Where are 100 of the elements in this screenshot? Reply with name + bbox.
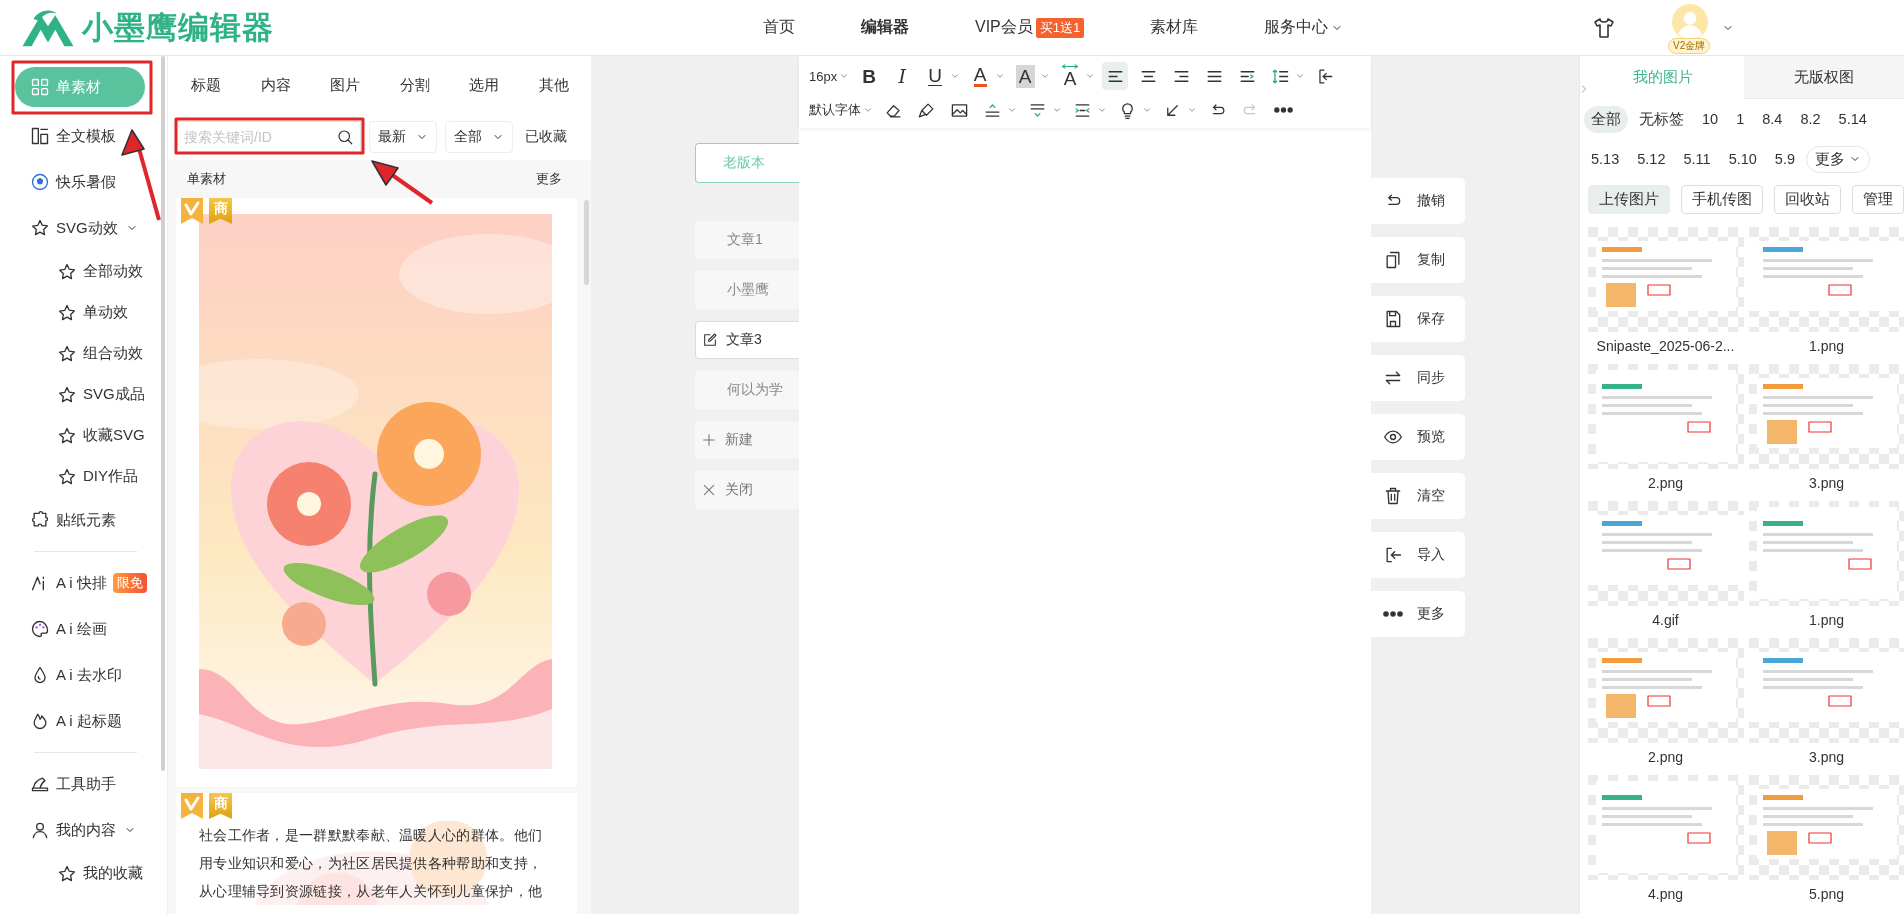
shirt-icon[interactable] [1592,15,1616,40]
italic-button[interactable]: I [889,62,916,90]
save-button[interactable]: 保存 [1371,296,1465,342]
category-tab[interactable]: 内容 [260,75,291,95]
bold-button[interactable]: B [856,62,883,90]
import-button[interactable]: 导入 [1371,532,1465,578]
sidebar-item[interactable]: 贴纸元素 [0,497,167,543]
sidebar-item[interactable]: 工具助手 [0,761,167,807]
category-tab[interactable]: 图片 [330,75,361,95]
trash-button[interactable]: 清空 [1371,473,1465,519]
star-icon [57,384,77,405]
sidebar-item[interactable]: 全部动效 [0,251,167,292]
document-tab[interactable]: 文章3 [695,321,799,359]
image-action-button[interactable]: 回收站 [1774,185,1841,214]
commercial-badge: 商 [209,793,232,819]
commercial-badge: 商 [209,198,232,224]
close-icon [701,482,717,498]
tag-chip[interactable]: 全部 [1584,105,1628,133]
nav-link[interactable]: VIP会员 买1送1 [975,17,1085,38]
caret-icon[interactable] [1142,105,1152,115]
free-badge: 限免 [112,573,147,593]
sidebar-item[interactable]: SVG动效 [0,205,167,251]
filter-dropdown[interactable]: 全部 [445,121,513,153]
filter-dropdown[interactable]: 最新 [369,121,437,153]
sync-button[interactable]: 同步 [1371,355,1465,401]
category-tab[interactable]: 选用 [469,75,500,95]
tag-chip[interactable]: 10 [1695,107,1726,131]
annotation-arrow [371,160,434,205]
sidebar-item[interactable]: 我的内容 [0,807,167,853]
nav-link[interactable]: 编辑器 [861,17,909,38]
caret-icon[interactable] [863,105,873,115]
caret-icon[interactable] [995,71,1006,81]
tag-chip[interactable]: 5.12 [1630,147,1673,171]
nav-link[interactable]: 服务中心 [1264,17,1344,38]
new-document-button[interactable]: 新建 [695,421,799,459]
caret-icon[interactable] [1052,105,1062,115]
scrollbar[interactable] [584,200,589,285]
underline-button[interactable]: U [922,62,949,90]
tag-chip[interactable]: 5.9 [1767,147,1803,171]
caret-icon[interactable] [1295,71,1306,81]
dropdown[interactable]: 默认字体 [809,96,861,124]
sidebar-item[interactable]: A i 快排 限免 [0,560,167,606]
image-action-button[interactable]: 手机传图 [1681,185,1763,214]
sidebar-item[interactable]: 我的收藏 [0,853,167,894]
sidebar-item[interactable]: 全文模板 [0,113,167,159]
sidebar-item[interactable]: DIY作品 [0,456,167,497]
search-icon[interactable] [336,128,354,146]
category-tab[interactable]: 标题 [191,75,221,95]
level-badge: V2金牌 [1668,37,1711,54]
scrollbar[interactable] [161,56,165,771]
alignleft-button[interactable] [1102,62,1129,90]
vip-ribbon-icon [181,198,203,224]
tag-chip[interactable]: 5.13 [1584,147,1627,171]
caret-icon[interactable] [1085,71,1096,81]
close-button[interactable]: 关闭 [695,471,799,509]
sidebar-item[interactable]: SVG成品 [0,374,167,415]
material-card[interactable]: 商 社会工作者，是一群默默奉献、温暖人心的群体。他们用专业知识和爱心，为社区居民提供各种帮助和支持，从心理辅导到资源链接，从老年人关怀到儿童保护，他 [176,793,577,914]
undo-button[interactable]: 撤销 [1371,178,1465,224]
tag-chip[interactable]: 5.11 [1676,147,1718,171]
sidebar-item[interactable]: 快乐暑假 [0,159,167,205]
sidebar-item[interactable]: 单动效 [0,292,167,333]
caret-icon[interactable] [1007,105,1017,115]
sidebar-item[interactable]: 收藏SVG [0,415,167,456]
caret-icon[interactable] [1187,105,1197,115]
more-button[interactable]: 更多 [1371,591,1465,637]
nav-link[interactable]: 首页 [763,17,795,38]
search-field[interactable]: 搜索关键词/ID [175,121,361,153]
preview-button[interactable]: 预览 [1371,414,1465,460]
file-name: 2.png [1647,749,1683,765]
dropdown[interactable]: 16px [809,62,838,90]
sidebar-item[interactable]: A i 起标题 [0,698,167,744]
tag-chip[interactable]: 5.10 [1721,147,1764,171]
caret-icon[interactable] [1097,105,1107,115]
font-color-button[interactable]: A [967,62,994,90]
tag-chip[interactable]: 5.14 [1831,107,1874,131]
iron-icon [30,774,50,794]
copy-button[interactable]: 复制 [1371,237,1465,283]
tag-chip[interactable]: 8.4 [1755,107,1790,131]
logo-icon[interactable] [20,7,76,48]
more-link[interactable]: 更多 [536,170,562,188]
image-tab[interactable]: 无版权图 [1743,56,1904,99]
category-tab[interactable]: 分割 [399,75,430,95]
sidebar-item[interactable]: 组合动效 [0,333,167,374]
image-action-button[interactable]: 管理 [1852,185,1904,214]
tag-chip[interactable]: 1 [1729,107,1752,131]
sidebar-item[interactable]: A i 去水印 [0,652,167,698]
tag-chip[interactable]: 8.2 [1793,107,1828,131]
caret-icon[interactable] [839,71,850,81]
tag-chip[interactable]: 无标签 [1632,105,1691,133]
spacing-button[interactable]: A [1057,62,1084,90]
caret-icon[interactable] [1040,71,1051,81]
avatar[interactable] [1672,3,1708,40]
sidebar-item[interactable]: A i 绘画 [0,606,167,652]
image-action-button[interactable]: 上传图片 [1588,185,1670,214]
nav-link[interactable]: 素材库 [1150,17,1199,38]
favorites-filter[interactable]: 已收藏 [525,128,567,146]
category-tab[interactable]: 其他 [538,75,569,95]
plus-icon [701,432,717,448]
caret-icon[interactable] [950,71,961,81]
file-name: 1.png [1808,338,1844,354]
